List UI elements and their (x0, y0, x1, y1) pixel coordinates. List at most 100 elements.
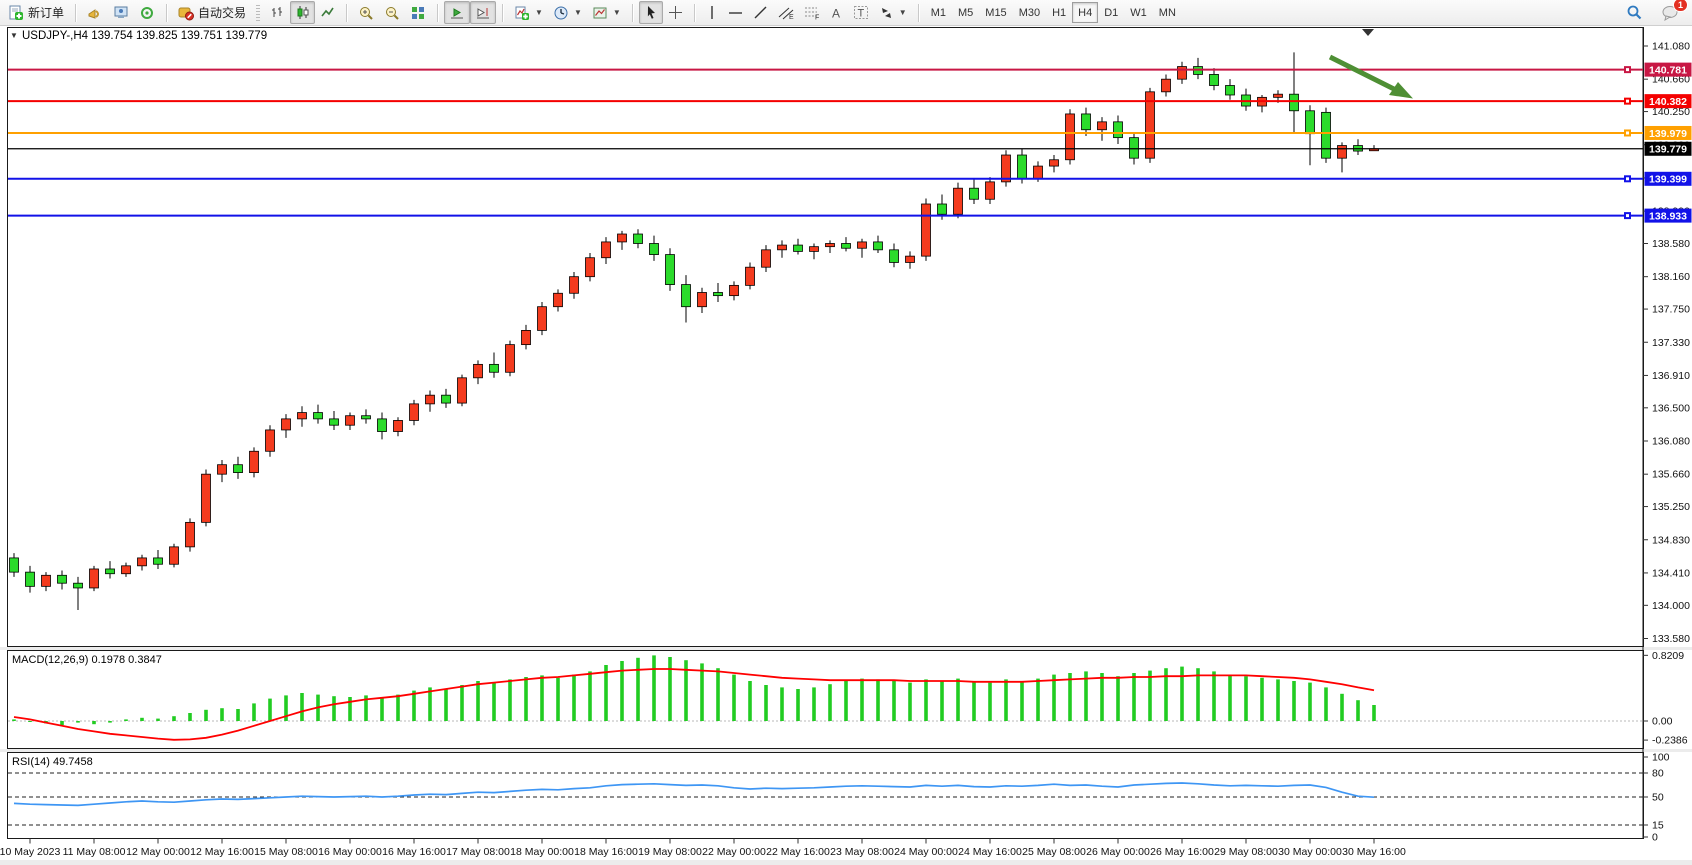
candle-body (474, 364, 483, 377)
macd-histogram-bar (956, 679, 960, 721)
zoom-in-button[interactable] (353, 1, 379, 24)
chart-shift-button[interactable] (470, 1, 496, 24)
panel-divider[interactable] (0, 647, 1692, 650)
timeframe-m1[interactable]: M1 (925, 2, 952, 23)
macd-histogram-bar (252, 703, 256, 721)
alerts-button[interactable] (82, 1, 108, 24)
candle-body (90, 569, 99, 588)
macd-histogram-bar (508, 679, 512, 721)
price-level-badge-label: 138.933 (1649, 210, 1687, 222)
templates-button[interactable]: ▼ (587, 1, 626, 24)
horizontal-line-tool[interactable] (723, 1, 748, 24)
timeframe-d1[interactable]: D1 (1098, 2, 1124, 23)
cursor-tool-button[interactable] (639, 1, 663, 24)
macd-histogram-bar (636, 658, 640, 721)
candle-body (1306, 111, 1315, 134)
equidistant-channel-tool[interactable]: E (773, 1, 799, 24)
time-axis-label: 12 May 00:00 (126, 846, 190, 858)
macd-histogram-bar (524, 677, 528, 721)
chart-canvas[interactable]: 141.080140.660140.250139.830139.410138.9… (0, 0, 1692, 865)
timeframe-h4[interactable]: H4 (1072, 2, 1098, 23)
notifications-button[interactable]: 1 (1656, 1, 1684, 24)
timeframe-mn[interactable]: MN (1153, 2, 1182, 23)
candle-body (650, 244, 659, 255)
text-label-tool[interactable]: T (848, 1, 874, 24)
tile-windows-button[interactable] (405, 1, 431, 24)
timeframe-h1[interactable]: H1 (1046, 2, 1072, 23)
candle-body (1178, 67, 1187, 80)
macd-histogram-bar (332, 696, 336, 721)
price-axis-label: 141.080 (1652, 41, 1690, 53)
trading-terminal-window: { "toolbar": { "new_order": "新订单", "auto… (0, 0, 1692, 865)
vertical-line-tool[interactable] (701, 1, 723, 24)
macd-histogram-bar (1308, 683, 1312, 721)
macd-histogram-bar (1020, 681, 1024, 721)
rsi-axis-label: 0 (1652, 832, 1658, 844)
timeframe-switcher: M1 M5 M15 M30 H1 H4 D1 W1 MN (922, 0, 1185, 25)
time-axis-label: 22 May 16:00 (766, 846, 830, 858)
candle-body (58, 575, 67, 583)
macd-histogram-bar (1180, 667, 1184, 721)
macd-histogram-bar (860, 679, 864, 721)
zoom-out-button[interactable] (379, 1, 405, 24)
candle-body (202, 474, 211, 522)
candle-body (890, 250, 899, 263)
chevron-down-icon: ▼ (535, 8, 543, 17)
macd-histogram-bar (188, 713, 192, 721)
macd-histogram-bar (1116, 676, 1120, 721)
macd-histogram-bar (1148, 671, 1152, 721)
signals-button[interactable] (134, 1, 160, 24)
timeframe-m15[interactable]: M15 (979, 2, 1012, 23)
macd-histogram-bar (572, 675, 576, 721)
bar-chart-mode-button[interactable] (265, 1, 290, 24)
candle-body (218, 465, 227, 474)
candle-body (506, 345, 515, 373)
macd-histogram-bar (876, 679, 880, 721)
candle-body (394, 420, 403, 431)
panel-divider[interactable] (0, 749, 1692, 752)
timeframe-w1[interactable]: W1 (1124, 2, 1153, 23)
notification-count-badge: 1 (1673, 0, 1688, 12)
trendline-tool[interactable] (748, 1, 773, 24)
indicators-button[interactable]: ▼ (509, 1, 548, 24)
macd-histogram-bar (140, 718, 144, 721)
candle-body (842, 244, 851, 249)
periods-button[interactable]: ▼ (548, 1, 587, 24)
candlestick-mode-button[interactable] (290, 1, 315, 24)
price-axis-label: 134.830 (1652, 534, 1690, 546)
candle-body (170, 547, 179, 564)
macd-histogram-bar (1340, 694, 1344, 721)
candle-body (970, 188, 979, 199)
timeframe-m5[interactable]: M5 (952, 2, 979, 23)
candle-body (730, 285, 739, 295)
svg-text:T: T (857, 8, 864, 20)
toolbar-grip (256, 5, 260, 21)
zoom-in-icon (358, 5, 374, 21)
text-tool[interactable]: A (825, 1, 848, 24)
auto-scroll-button[interactable] (444, 1, 470, 24)
candle-body (410, 404, 419, 421)
time-axis-label: 24 May 00:00 (894, 846, 958, 858)
market-watch-button[interactable] (108, 1, 134, 24)
price-level-badge-label: 140.781 (1649, 64, 1687, 76)
fibonacci-tool[interactable]: F (799, 1, 825, 24)
line-chart-mode-button[interactable] (315, 1, 340, 24)
price-level-badge-label: 140.382 (1649, 96, 1687, 108)
macd-histogram-bar (444, 689, 448, 721)
macd-histogram-bar (1100, 673, 1104, 721)
timeframe-m30[interactable]: M30 (1013, 2, 1046, 23)
auto-trading-label: 自动交易 (198, 4, 246, 21)
macd-histogram-bar (1356, 700, 1360, 721)
arrows-tool[interactable]: ▼ (874, 1, 912, 24)
macd-histogram-bar (780, 687, 784, 721)
candle-body (442, 395, 451, 403)
candle-body (1082, 114, 1091, 130)
new-order-button[interactable]: 新订单 (3, 1, 69, 24)
rsi-label: RSI(14) 49.7458 (12, 756, 93, 768)
auto-trading-button[interactable]: 自动交易 (173, 1, 251, 24)
crosshair-tool-button[interactable] (663, 1, 688, 24)
search-button[interactable] (1621, 1, 1648, 24)
time-axis-label: 18 May 00:00 (510, 846, 574, 858)
candle-body (954, 188, 963, 214)
toolbar-separator (694, 4, 695, 22)
